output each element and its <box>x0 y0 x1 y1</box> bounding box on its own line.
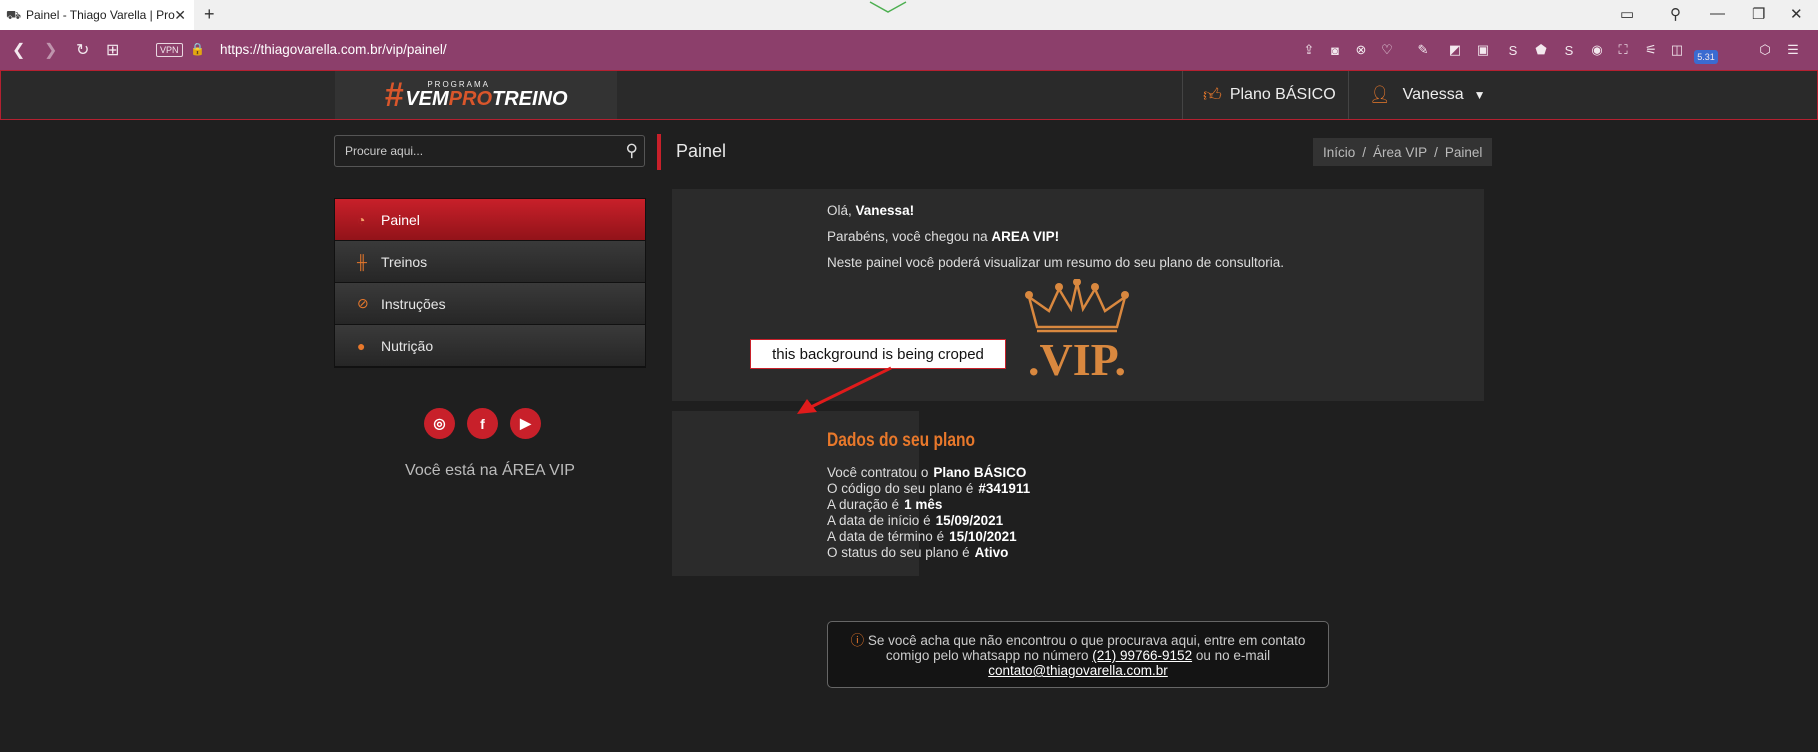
plan-row: A duração é1 mês <box>827 497 943 512</box>
question-icon: ⓘ <box>850 633 865 648</box>
save-extension-icon[interactable]: ▣ <box>1474 41 1492 59</box>
breadcrumb: Início / Área VIP / Painel <box>1313 138 1493 166</box>
new-tab-icon[interactable]: + <box>204 4 215 25</box>
sidebar-item-instrucoes[interactable]: ⊘ Instruções <box>335 283 645 325</box>
sidebar-item-label: Instruções <box>381 295 446 312</box>
plan-row: Você contratou o Plano BÁSICO <box>827 465 1027 480</box>
plan-row: O status do seu plano é Ativo <box>827 545 1009 560</box>
plan-details: Você contratou o Plano BÁSICO O código do… <box>827 465 1030 561</box>
vip-crown-logo: .VIP. <box>1025 279 1129 379</box>
logo-hash: # <box>384 75 404 114</box>
breadcrumb-separator: / <box>1362 144 1367 160</box>
plan-title: Dados do seu plano <box>827 430 976 451</box>
tabs-grid-icon[interactable]: ⊞ <box>106 40 119 60</box>
paperclip-icon: ⊘ <box>357 295 369 311</box>
cube-icon[interactable]: ⬡ <box>1756 41 1774 59</box>
welcome-line-3: Neste painel você poderá visualizar um r… <box>827 255 1285 270</box>
vip-area-text: Você está na ÁREA VIP <box>405 462 575 479</box>
s-box-extension-icon[interactable]: S <box>1560 41 1578 59</box>
block-icon[interactable]: ⊗ <box>1352 41 1370 59</box>
greeting: Olá, Vanessa! <box>827 203 915 218</box>
globe-extension-icon[interactable]: ◉ <box>1588 41 1606 59</box>
sidebar-menu: ◔ Painel ╫ Treinos ⊘ Instruções ● Nutriç… <box>334 198 646 368</box>
plan-row: O código do seu plano é #341911 <box>827 481 1031 496</box>
restore-icon[interactable]: ❐ <box>1752 5 1765 23</box>
browser-tab-strip: ⛟ Painel - Thiago Varella | Pro ✕ + ▭ ⚲ … <box>0 0 1818 30</box>
gauge-icon: ◔ <box>357 211 366 228</box>
minimize-icon[interactable]: — <box>1710 5 1725 22</box>
forward-icon[interactable]: ❯ <box>44 40 57 60</box>
snap-icon[interactable]: ▭ <box>1620 5 1634 23</box>
user-name: Vanessa <box>1402 86 1464 103</box>
back-icon[interactable]: ❮ <box>12 40 25 60</box>
logo-text: PROGRAMA VEMPROTREINO <box>405 81 568 110</box>
search-input[interactable] <box>335 136 605 166</box>
user-icon: 👤︎ <box>1369 85 1391 104</box>
lock-icon[interactable]: 🔒 <box>190 42 205 56</box>
screenshot-icon[interactable]: ⛶ <box>1614 41 1632 59</box>
vpn-badge[interactable]: VPN <box>156 43 183 57</box>
user-menu-button[interactable]: 👤︎ Vanessa ▼ <box>1348 71 1548 119</box>
welcome-line-2: Parabéns, você chegou na AREA VIP! <box>827 229 1060 244</box>
welcome-panel: Olá, Vanessa! Parabéns, você chegou na A… <box>672 189 1484 401</box>
facebook-icon[interactable]: f <box>467 408 498 439</box>
translate-icon[interactable]: ⚟ <box>1642 41 1660 59</box>
site-header: # PROGRAMA VEMPROTREINO 👍︎ Plano BÁSICO … <box>0 70 1818 120</box>
email-link[interactable]: contato@thiagovarella.com.br <box>988 663 1168 678</box>
plan-label: Plano BÁSICO <box>1229 86 1336 103</box>
breadcrumb-separator: / <box>1434 144 1438 160</box>
svg-text:.VIP.: .VIP. <box>1028 334 1126 379</box>
pen-extension-icon[interactable]: ✎ <box>1414 41 1432 59</box>
heart-icon[interactable]: ♡ <box>1378 41 1396 59</box>
dumbbell-icon: ╫ <box>357 253 367 270</box>
s-extension-icon[interactable]: S <box>1504 41 1522 59</box>
breadcrumb-vip[interactable]: Área VIP <box>1373 145 1427 160</box>
page-title-accent <box>657 134 661 170</box>
youtube-icon[interactable]: ▶ <box>510 408 541 439</box>
tab-close-icon[interactable]: ✕ <box>174 7 186 24</box>
sidebar-item-label: Painel <box>381 211 420 228</box>
search-tabs-icon[interactable]: ⚲ <box>1670 5 1681 23</box>
whatsapp-link[interactable]: (21) 99766-9152 <box>1092 648 1192 663</box>
shield-extension-icon[interactable]: ⬟ <box>1532 41 1550 59</box>
address-bar: ❮ ❯ ↻ ⊞ VPN 🔒 https://thiagovarella.com.… <box>0 30 1818 70</box>
page-title: Painel <box>676 141 727 161</box>
contact-line-2: comigo pelo whatsapp no número (21) 9976… <box>885 648 1271 663</box>
window-extension-icon[interactable]: ◫ <box>1668 41 1686 59</box>
contact-box: ⓘ Se você acha que não encontrou o que p… <box>827 621 1329 688</box>
sidebar-item-nutricao[interactable]: ● Nutrição <box>335 325 645 367</box>
site-favicon-icon: ⛟ <box>6 8 22 22</box>
sidebar-item-label: Nutrição <box>381 337 434 354</box>
sidebar-item-label: Treinos <box>381 253 428 270</box>
chevron-down-icon: ▼ <box>1473 88 1486 102</box>
instagram-icon[interactable]: ◎ <box>424 408 455 439</box>
extension-icon[interactable]: ◩ <box>1446 41 1464 59</box>
search-box: ⚲ <box>334 135 645 167</box>
browser-tab[interactable]: ⛟ Painel - Thiago Varella | Pro ✕ <box>0 0 194 30</box>
url-field[interactable]: https://thiagovarella.com.br/vip/painel/ <box>220 42 447 57</box>
breadcrumb-home[interactable]: Início <box>1323 145 1355 160</box>
window-close-icon[interactable]: ✕ <box>1790 5 1803 23</box>
social-links: ◎ f ▶ <box>424 408 541 439</box>
apple-icon: ● <box>357 337 366 354</box>
breadcrumb-current: Painel <box>1444 144 1483 160</box>
tab-title: Painel - Thiago Varella | Pro <box>26 8 175 22</box>
thumbs-up-icon: 👍︎ <box>1203 85 1222 105</box>
share-icon[interactable]: ⇪ <box>1300 41 1318 59</box>
menu-icon[interactable]: ☰ <box>1784 41 1802 59</box>
sidebar-item-painel[interactable]: ◔ Painel <box>335 199 645 241</box>
plan-row: A data de término é 15/10/2021 <box>827 529 1017 544</box>
plan-button[interactable]: 👍︎ Plano BÁSICO <box>1182 71 1348 119</box>
annotation-arrow-icon <box>797 366 892 414</box>
search-icon[interactable]: ⚲ <box>626 141 638 161</box>
counter-badge[interactable]: 5.31 <box>1694 50 1718 64</box>
tab-search-chevron-icon[interactable] <box>868 0 908 14</box>
logo-big-text: VEMPROTREINO <box>405 88 568 110</box>
camera-icon[interactable]: ◙ <box>1326 41 1344 59</box>
sidebar-item-treinos[interactable]: ╫ Treinos <box>335 241 645 283</box>
contact-line-1: ⓘ Se você acha que não encontrou o que p… <box>850 633 1306 648</box>
plan-row: A data de início é 15/09/2021 <box>827 513 1004 528</box>
site-logo[interactable]: # PROGRAMA VEMPROTREINO <box>335 71 617 119</box>
reload-icon[interactable]: ↻ <box>76 40 89 60</box>
